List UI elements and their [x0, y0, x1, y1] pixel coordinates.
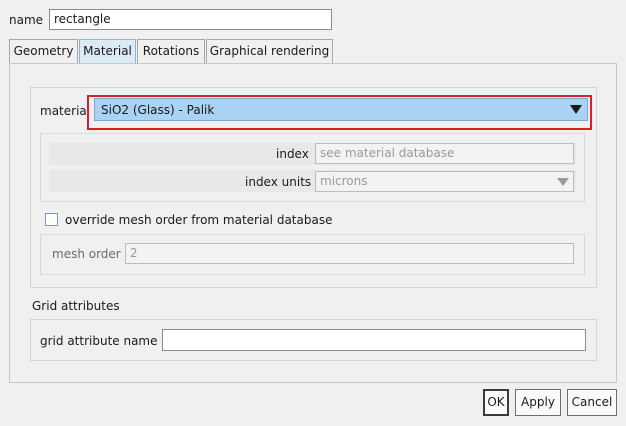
- override-mesh-order-checkbox[interactable]: [45, 213, 58, 226]
- tab-geometry[interactable]: Geometry: [9, 39, 78, 64]
- name-label: name: [9, 13, 44, 27]
- tab-rotations[interactable]: Rotations: [137, 39, 205, 64]
- index-input[interactable]: see material database: [315, 143, 574, 164]
- override-mesh-order-label: override mesh order from material databa…: [65, 213, 333, 227]
- grid-attribute-name-label: grid attribute name: [40, 334, 158, 348]
- chevron-down-icon: [557, 178, 569, 186]
- index-label: index: [276, 147, 309, 161]
- tab-material[interactable]: Material: [79, 39, 136, 64]
- tab-graphical-rendering[interactable]: Graphical rendering: [206, 39, 333, 64]
- index-units-value: microns: [320, 174, 368, 188]
- ok-button[interactable]: OK: [483, 389, 509, 416]
- index-units-select[interactable]: microns: [315, 171, 574, 192]
- grid-attribute-name-input[interactable]: [162, 329, 586, 351]
- material-label: material: [40, 104, 91, 118]
- grid-attributes-title: Grid attributes: [32, 299, 120, 313]
- index-units-label: index units: [245, 175, 312, 189]
- apply-button[interactable]: Apply: [515, 389, 561, 416]
- material-highlight-box: [87, 95, 592, 130]
- mesh-order-input[interactable]: 2: [125, 243, 574, 264]
- mesh-order-label: mesh order: [52, 247, 121, 261]
- name-input[interactable]: rectangle: [49, 9, 332, 30]
- cancel-button[interactable]: Cancel: [567, 389, 617, 416]
